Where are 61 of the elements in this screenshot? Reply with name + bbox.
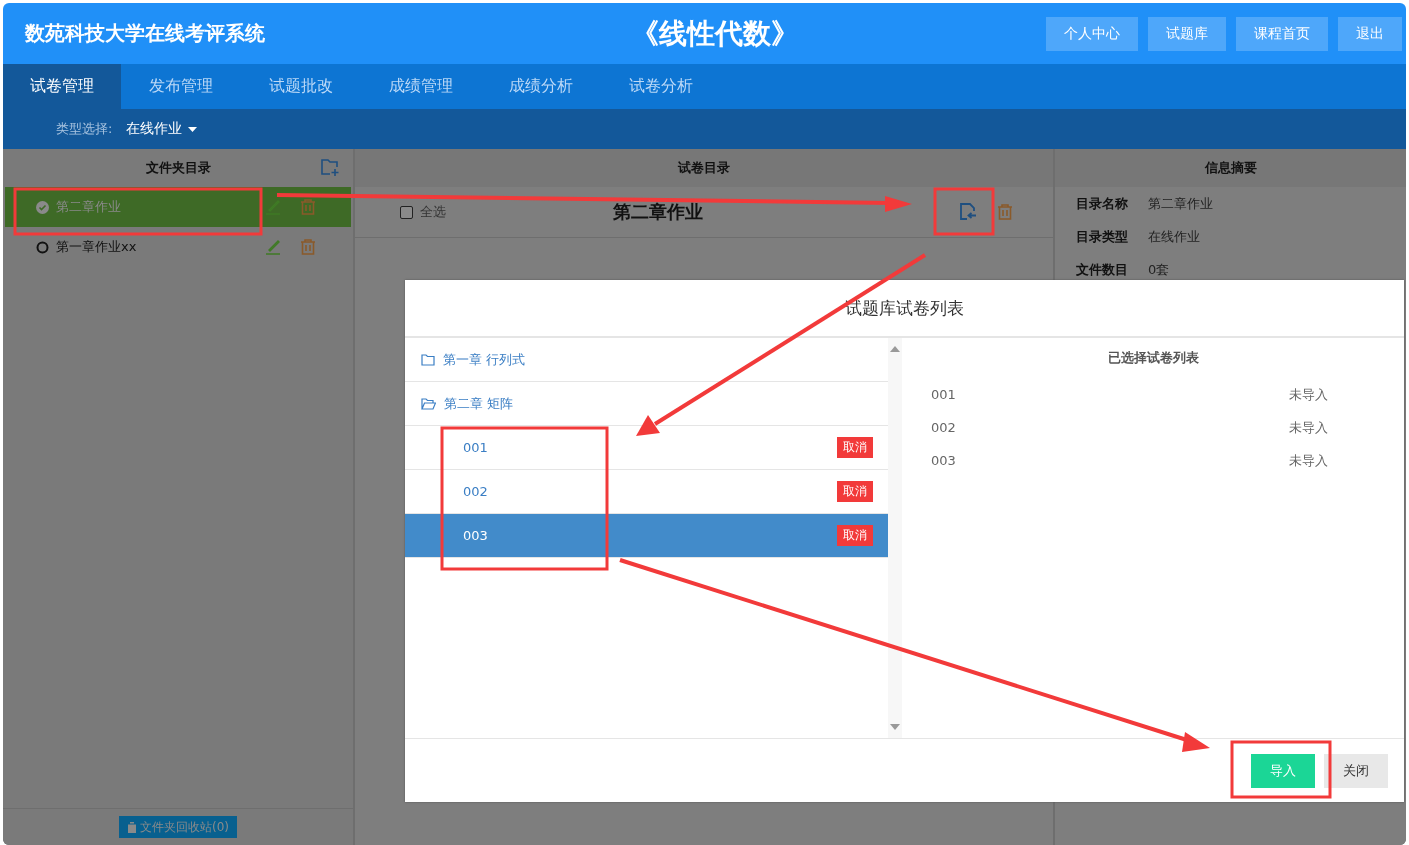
nav-tab[interactable]: 发布管理 bbox=[121, 64, 241, 109]
panel-title: 文件夹目录 bbox=[145, 159, 211, 177]
folder-heading: 第二章作业 bbox=[613, 200, 704, 224]
caret-icon bbox=[188, 126, 198, 132]
paper-name: 002 bbox=[463, 484, 489, 499]
info-label: 文件数目 bbox=[1076, 260, 1128, 279]
site-title: 数苑科技大学在线考评系统 bbox=[25, 20, 265, 47]
nav-tab[interactable]: 成绩分析 bbox=[481, 64, 601, 109]
header-button[interactable]: 试题库 bbox=[1148, 16, 1226, 51]
cancel-button[interactable]: 取消 bbox=[837, 437, 873, 458]
nav-tab[interactable]: 成绩管理 bbox=[361, 64, 481, 109]
add-folder-icon[interactable] bbox=[321, 159, 339, 176]
info-value: 在线作业 bbox=[1148, 227, 1200, 246]
filter-label: 类型选择: bbox=[56, 120, 113, 138]
import-status: 未导入 bbox=[1289, 418, 1328, 437]
paper-name: 002 bbox=[931, 420, 956, 435]
check-circle-icon bbox=[36, 200, 49, 214]
header-button[interactable]: 退出 bbox=[1338, 16, 1402, 51]
tree-folder[interactable]: 第一章 行列式 bbox=[405, 338, 888, 382]
header-button[interactable]: 个人中心 bbox=[1046, 16, 1138, 51]
paper-name: 003 bbox=[931, 453, 956, 468]
scroll-down-icon[interactable] bbox=[890, 724, 900, 730]
close-button[interactable]: 关闭 bbox=[1324, 753, 1388, 788]
type-dropdown[interactable]: 在线作业 bbox=[126, 120, 198, 138]
paper-name: 001 bbox=[463, 440, 489, 455]
info-label: 目录类型 bbox=[1076, 227, 1128, 246]
import-status: 未导入 bbox=[1289, 451, 1328, 470]
select-all-checkbox[interactable]: 全选 bbox=[400, 203, 613, 221]
import-button[interactable]: 导入 bbox=[1251, 753, 1315, 788]
paper-name: 003 bbox=[463, 528, 489, 543]
scroll-up-icon[interactable] bbox=[890, 346, 900, 352]
paper-item[interactable]: 003 取消 bbox=[405, 514, 888, 558]
circle-icon bbox=[36, 240, 49, 254]
highlight-box bbox=[933, 187, 995, 236]
recycle-bin-button[interactable]: 文件夹回收站(0) bbox=[119, 816, 237, 838]
nav-tab[interactable]: 试题批改 bbox=[241, 64, 361, 109]
trash-icon[interactable] bbox=[997, 204, 1013, 220]
import-status: 未导入 bbox=[1289, 385, 1328, 404]
info-value: 0套 bbox=[1148, 260, 1170, 279]
trash-icon[interactable] bbox=[300, 199, 316, 215]
folder-name: 第二章作业 bbox=[56, 198, 122, 216]
trash-icon bbox=[127, 821, 137, 833]
edit-icon[interactable] bbox=[265, 239, 281, 255]
info-label: 目录名称 bbox=[1076, 194, 1128, 213]
trash-icon[interactable] bbox=[300, 239, 316, 255]
folder-open-icon bbox=[421, 397, 436, 410]
nav-tab[interactable]: 试卷管理 bbox=[3, 64, 121, 109]
panel-title: 试卷目录 bbox=[678, 159, 730, 177]
folder-item[interactable]: 第二章作业 bbox=[5, 187, 351, 227]
cancel-button[interactable]: 取消 bbox=[837, 525, 873, 546]
panel-title: 信息摘要 bbox=[1204, 159, 1257, 177]
folder-icon bbox=[421, 353, 435, 366]
import-file-icon[interactable] bbox=[959, 203, 977, 221]
cancel-button[interactable]: 取消 bbox=[837, 481, 873, 502]
scrollbar[interactable] bbox=[888, 338, 902, 738]
list-title: 已选择试卷列表 bbox=[1108, 349, 1199, 367]
nav-tab[interactable]: 试卷分析 bbox=[601, 64, 721, 109]
course-title: 《线性代数》 bbox=[631, 16, 799, 52]
paper-name: 001 bbox=[931, 387, 956, 402]
info-value: 第二章作业 bbox=[1148, 194, 1213, 213]
header-button[interactable]: 课程首页 bbox=[1236, 16, 1328, 51]
